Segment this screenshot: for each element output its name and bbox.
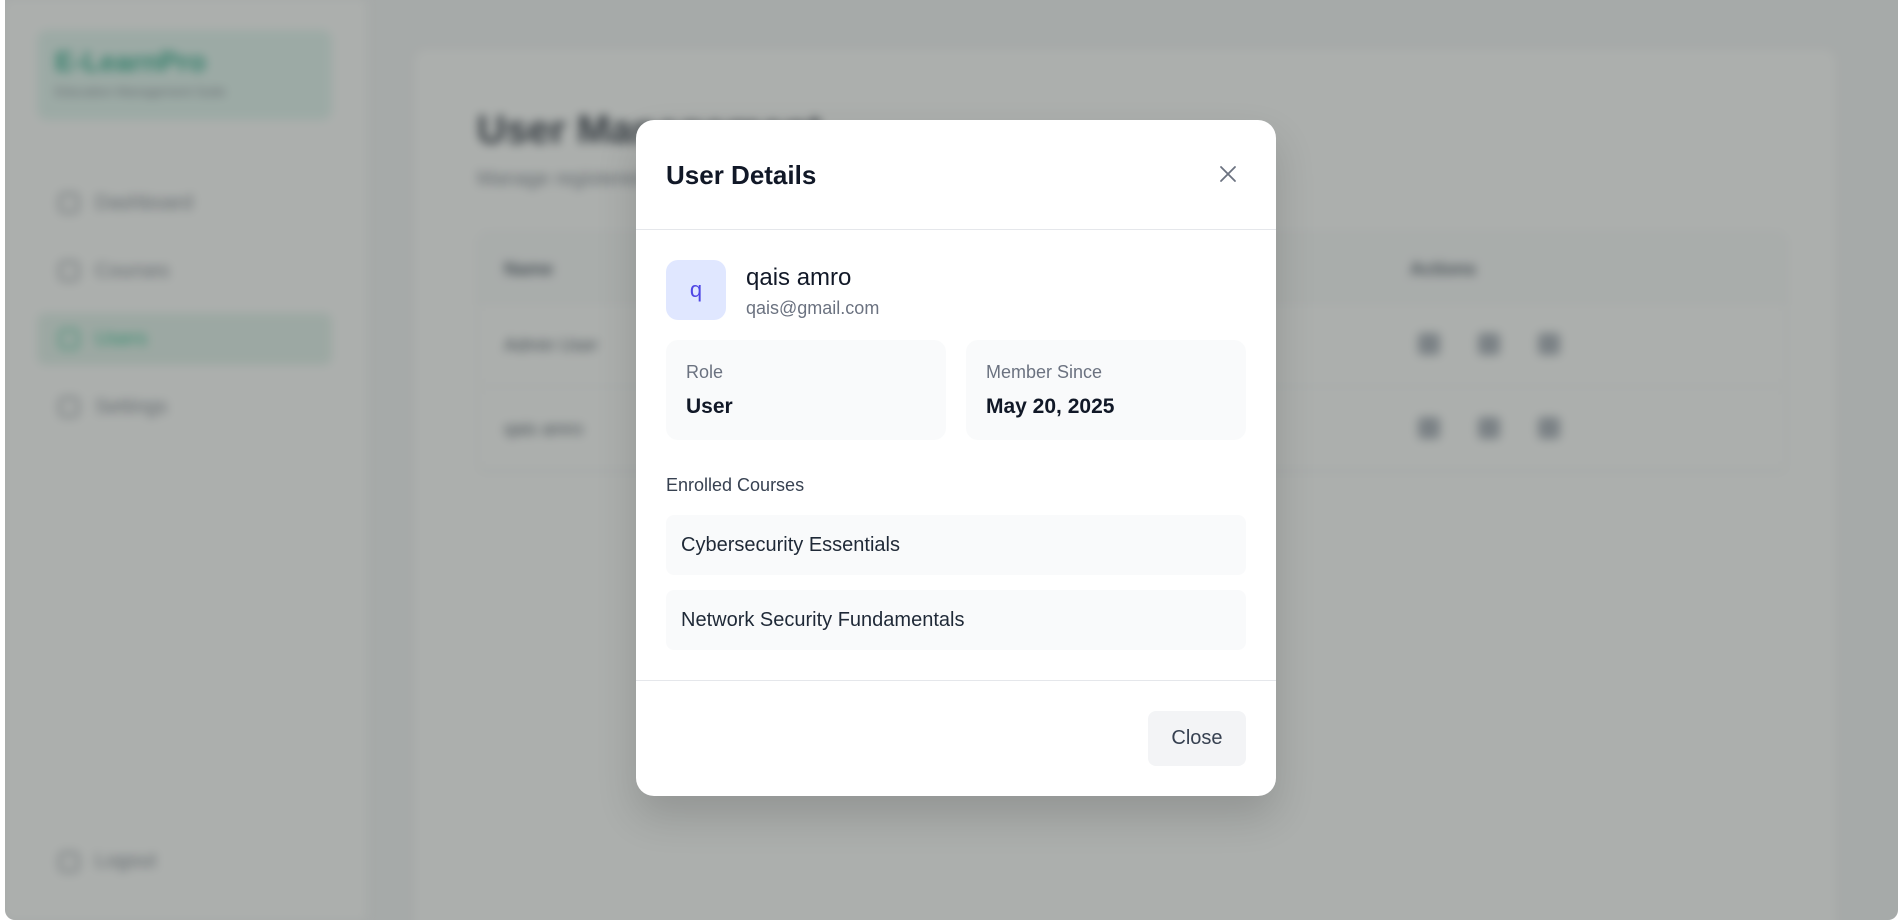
user-name: qais amro [746, 264, 852, 291]
member-since-label: Member Since [986, 362, 1103, 382]
modal-title: User Details [666, 160, 817, 190]
app-window: E-LearnPro Education Management Suite Da… [5, 0, 1898, 920]
member-since-card: Member Since May 20, 2025 [966, 340, 1246, 440]
user-details-modal: User Details q qais amro qais@gmail.com … [636, 120, 1276, 796]
modal-footer: Close [636, 680, 1276, 796]
close-icon[interactable] [1216, 162, 1240, 186]
avatar: q [666, 260, 726, 320]
modal-body: q qais amro qais@gmail.com Role User Mem… [636, 230, 1276, 680]
modal-header: User Details [636, 120, 1276, 230]
close-button[interactable]: Close [1148, 711, 1246, 766]
user-email: qais@gmail.com [746, 298, 880, 318]
member-since-value: May 20, 2025 [986, 395, 1115, 418]
list-item: Cybersecurity Essentials [666, 515, 1246, 575]
enrolled-courses-heading: Enrolled Courses [666, 475, 805, 495]
role-label: Role [686, 362, 724, 382]
role-value: User [686, 395, 733, 418]
list-item: Network Security Fundamentals [666, 590, 1246, 650]
role-card: Role User [666, 340, 946, 440]
